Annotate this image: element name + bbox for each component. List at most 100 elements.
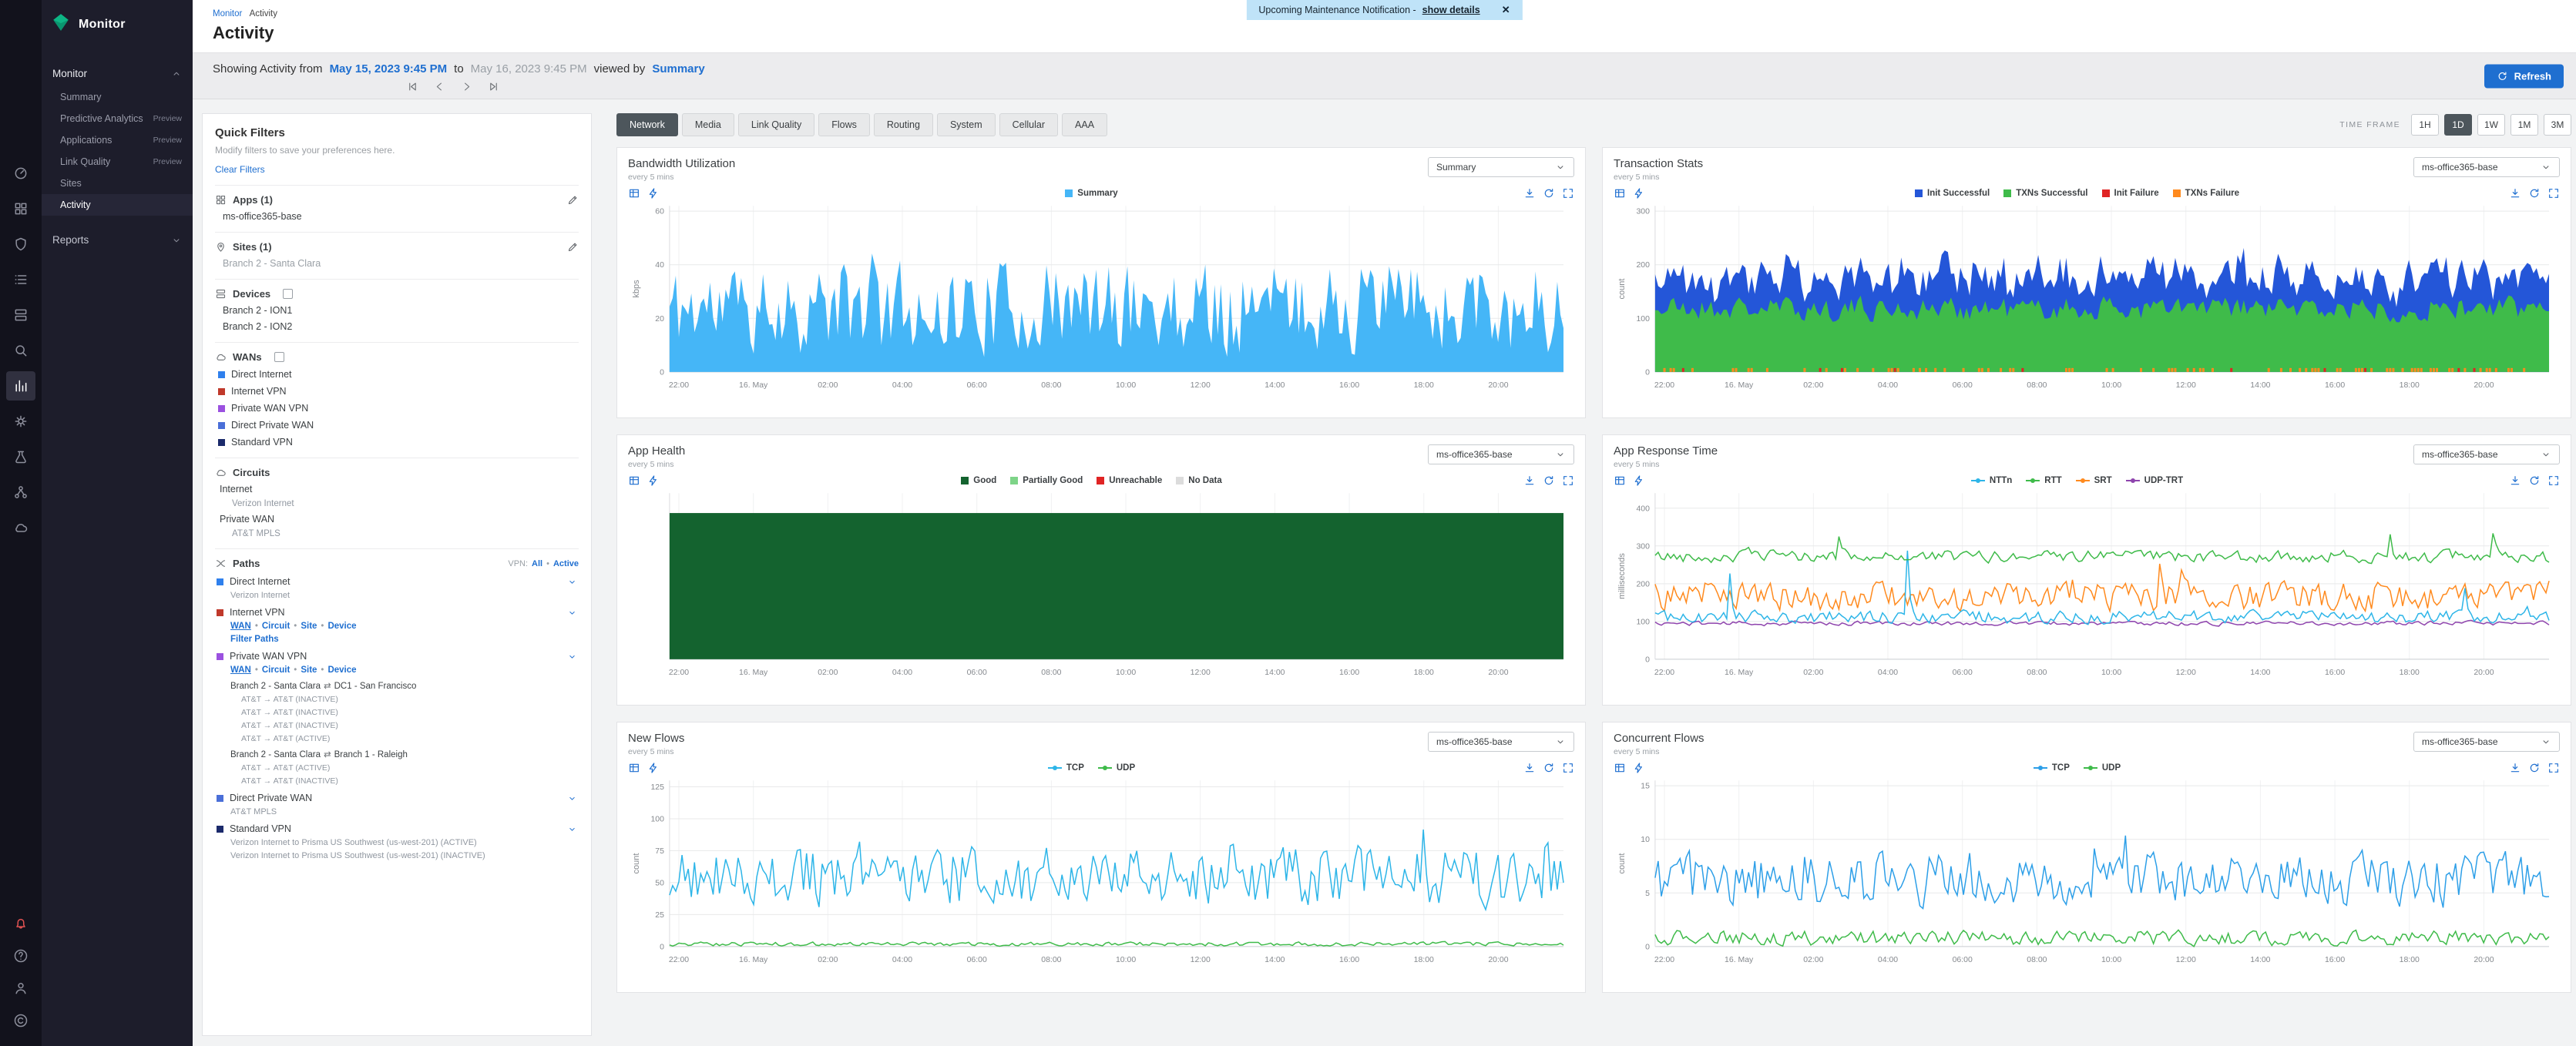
refresh-chart-icon[interactable] <box>1543 474 1555 487</box>
transaction-stats-dropdown[interactable]: ms-office365-base <box>2413 157 2560 177</box>
table-view-icon[interactable] <box>628 474 640 487</box>
wans-checkbox[interactable] <box>274 352 284 362</box>
devices-checkbox[interactable] <box>283 289 293 299</box>
skip-to-start-icon[interactable] <box>407 81 418 92</box>
chevron-down-icon[interactable] <box>567 824 577 834</box>
expand-icon[interactable] <box>2547 762 2560 774</box>
question-icon[interactable] <box>6 941 35 971</box>
lightning-icon[interactable] <box>1633 762 1645 774</box>
timeframe-1w[interactable]: 1W <box>2477 114 2505 136</box>
tab-routing[interactable]: Routing <box>874 113 933 136</box>
tab-network[interactable]: Network <box>616 113 678 136</box>
chevron-down-icon[interactable] <box>567 793 577 803</box>
refresh-chart-icon[interactable] <box>2528 762 2541 774</box>
step-back-icon[interactable] <box>434 81 445 92</box>
tab-cellular[interactable]: Cellular <box>999 113 1058 136</box>
wan-item-direct-internet[interactable]: Direct Internet <box>215 363 579 380</box>
refresh-chart-icon[interactable] <box>2528 187 2541 199</box>
search-nav-icon[interactable] <box>6 336 35 365</box>
bell-icon[interactable] <box>6 909 35 938</box>
device-item[interactable]: Branch 2 - ION2 <box>215 316 579 332</box>
expand-icon[interactable] <box>1562 762 1574 774</box>
path-group-standard-vpn[interactable]: Standard VPN <box>215 816 579 834</box>
refresh-chart-icon[interactable] <box>1543 762 1555 774</box>
concurrent-flows-dropdown[interactable]: ms-office365-base <box>2413 732 2560 752</box>
clear-filters-link[interactable]: Clear Filters <box>215 164 579 175</box>
timeframe-1d[interactable]: 1D <box>2444 114 2472 136</box>
tab-link-quality[interactable]: Link Quality <box>738 113 814 136</box>
download-icon[interactable] <box>2509 187 2521 199</box>
grid-nav-icon[interactable] <box>6 194 35 223</box>
sidebar-item-sites[interactable]: Sites <box>42 173 193 194</box>
vpn-all-link[interactable]: All <box>532 559 542 568</box>
sidebar-section-monitor[interactable]: Monitor <box>42 61 193 86</box>
gear-nav-icon[interactable] <box>6 407 35 436</box>
download-icon[interactable] <box>1523 762 1536 774</box>
circuit-group-internet[interactable]: Internet <box>215 478 579 495</box>
device-item[interactable]: Branch 2 - ION1 <box>215 300 579 316</box>
breadcrumb-monitor[interactable]: Monitor <box>213 9 242 18</box>
timeframe-1h[interactable]: 1H <box>2411 114 2439 136</box>
edit-sites-icon[interactable] <box>567 241 579 253</box>
flask-nav-icon[interactable] <box>6 442 35 471</box>
vpn-active-link[interactable]: Active <box>553 559 579 568</box>
wan-item-direct-private-wan[interactable]: Direct Private WAN <box>215 414 579 431</box>
expand-icon[interactable] <box>1562 187 1574 199</box>
path-filter-links[interactable]: WAN•Circuit•Site•Device <box>215 618 579 631</box>
download-icon[interactable] <box>2509 762 2521 774</box>
step-forward-icon[interactable] <box>461 81 472 92</box>
chevron-down-icon[interactable] <box>567 608 577 618</box>
path-group-direct-private-wan[interactable]: Direct Private WAN <box>215 786 579 803</box>
lightning-icon[interactable] <box>1633 474 1645 487</box>
wan-item-internet-vpn[interactable]: Internet VPN <box>215 380 579 397</box>
show-details-link[interactable]: show details <box>1422 5 1480 15</box>
cloud-nav-icon[interactable] <box>6 513 35 542</box>
download-icon[interactable] <box>1523 474 1536 487</box>
download-icon[interactable] <box>1523 187 1536 199</box>
sidebar-item-summary[interactable]: Summary <box>42 86 193 108</box>
copyright-icon[interactable] <box>6 1006 35 1035</box>
sidebar-section-reports[interactable]: Reports <box>42 226 193 253</box>
lightning-icon[interactable] <box>647 762 660 774</box>
circuit-group-private-wan[interactable]: Private WAN <box>215 508 579 525</box>
app-response-time-dropdown[interactable]: ms-office365-base <box>2413 444 2560 464</box>
banner-close-icon[interactable]: ✕ <box>1502 4 1510 16</box>
skip-to-end-icon[interactable] <box>488 81 499 92</box>
table-view-icon[interactable] <box>628 187 640 199</box>
view-summary-link[interactable]: Summary <box>652 62 704 75</box>
lightning-icon[interactable] <box>1633 187 1645 199</box>
edit-apps-icon[interactable] <box>567 194 579 206</box>
chevron-down-icon[interactable] <box>567 652 577 662</box>
sidebar-item-predictive-analytics[interactable]: Predictive AnalyticsPreview <box>42 108 193 129</box>
path-group-internet-vpn[interactable]: Internet VPN <box>215 600 579 618</box>
bandwidth-utilization-dropdown[interactable]: Summary <box>1428 157 1574 177</box>
path-filter-links[interactable]: WAN•Circuit•Site•Device <box>215 662 579 675</box>
timeframe-3m[interactable]: 3M <box>2544 114 2571 136</box>
lightning-icon[interactable] <box>647 474 660 487</box>
network-nav-icon[interactable] <box>6 478 35 507</box>
expand-icon[interactable] <box>2547 187 2560 199</box>
tab-flows[interactable]: Flows <box>818 113 870 136</box>
tab-media[interactable]: Media <box>682 113 734 136</box>
path-group-direct-internet[interactable]: Direct Internet <box>215 569 579 587</box>
shield-nav-icon[interactable] <box>6 230 35 259</box>
chevron-down-icon[interactable] <box>567 577 577 587</box>
table-view-icon[interactable] <box>1614 474 1626 487</box>
server-nav-icon[interactable] <box>6 300 35 330</box>
filter-paths-link[interactable]: Filter Paths <box>215 631 579 644</box>
sidebar-item-activity[interactable]: Activity <box>42 194 193 216</box>
tab-aaa[interactable]: AAA <box>1062 113 1107 136</box>
refresh-chart-icon[interactable] <box>2528 474 2541 487</box>
path-group-private-wan-vpn[interactable]: Private WAN VPN <box>215 644 579 662</box>
refresh-button[interactable]: Refresh <box>2484 64 2564 88</box>
gauge-nav-icon[interactable] <box>6 159 35 188</box>
sidebar-item-link-quality[interactable]: Link QualityPreview <box>42 151 193 173</box>
analytics-nav-icon[interactable] <box>6 371 35 401</box>
from-date-link[interactable]: May 15, 2023 9:45 PM <box>330 62 448 75</box>
sidebar-item-applications[interactable]: ApplicationsPreview <box>42 129 193 151</box>
timeframe-1m[interactable]: 1M <box>2511 114 2538 136</box>
expand-icon[interactable] <box>2547 474 2560 487</box>
tab-system[interactable]: System <box>937 113 996 136</box>
refresh-chart-icon[interactable] <box>1543 187 1555 199</box>
download-icon[interactable] <box>2509 474 2521 487</box>
